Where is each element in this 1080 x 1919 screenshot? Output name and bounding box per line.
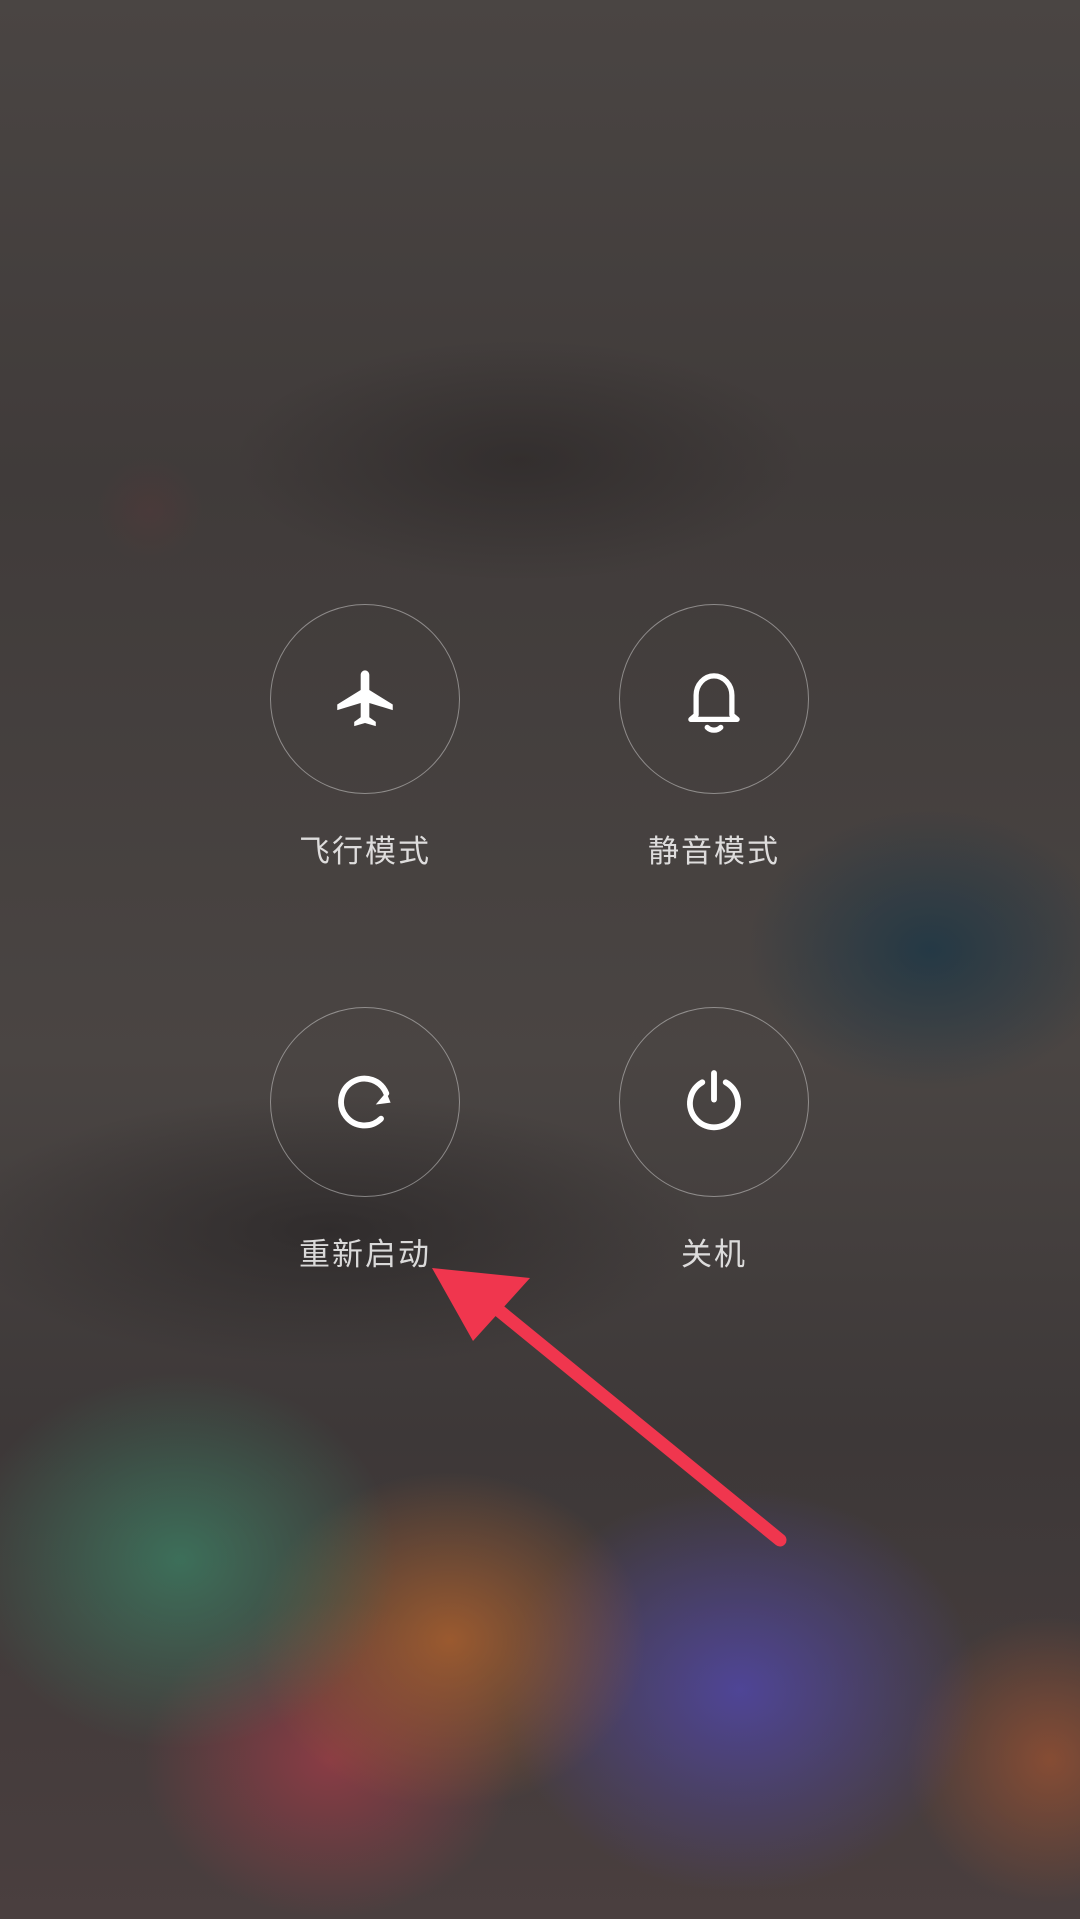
- restart-icon: [338, 1075, 391, 1129]
- power-off-button[interactable]: [619, 1007, 809, 1197]
- restart-action: 重新启动: [235, 1007, 495, 1275]
- power-menu-screen: 飞行模式 静音模式 重新启动 关机: [0, 0, 1080, 1919]
- power-off-label: 关机: [681, 1237, 747, 1273]
- silent-mode-label: 静音模式: [648, 834, 780, 870]
- restart-label: 重新启动: [299, 1237, 431, 1273]
- airplane-icon: [337, 670, 393, 727]
- power-off-action: 关机: [584, 1007, 844, 1275]
- power-icon: [687, 1070, 741, 1131]
- airplane-mode-label: 飞行模式: [299, 834, 431, 870]
- silent-mode-button[interactable]: [619, 604, 809, 794]
- airplane-mode-action: 飞行模式: [235, 604, 495, 872]
- restart-button[interactable]: [270, 1007, 460, 1197]
- airplane-mode-button[interactable]: [270, 604, 460, 794]
- blurred-background: [0, 0, 1080, 1919]
- bell-icon: [688, 673, 740, 733]
- silent-mode-action: 静音模式: [584, 604, 844, 872]
